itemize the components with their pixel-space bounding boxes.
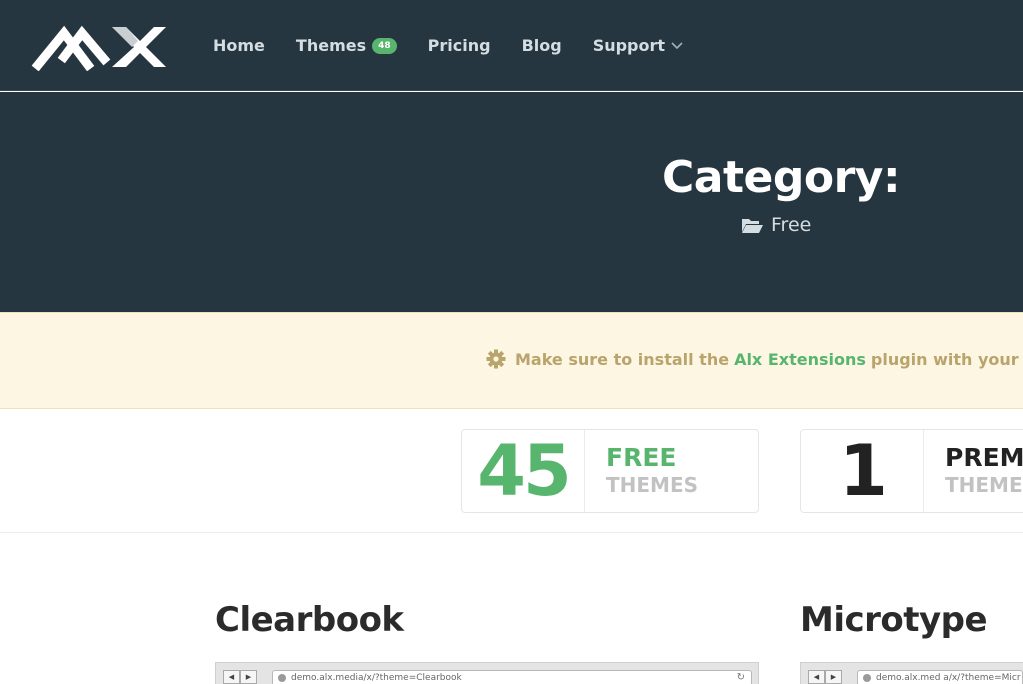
nav-pricing-label: Pricing [427,36,491,55]
notice-text-after: plugin with your th [870,349,1023,369]
nav-blog[interactable]: Blog [522,36,562,55]
preview-url: demo.alx.med a/x/?theme=Micr [876,673,1021,683]
alx-logo[interactable] [30,19,168,71]
free-themes-stat[interactable]: 45 FREE THEMES [461,429,759,513]
page-title: Category: [662,152,901,203]
forward-icon: ▶ [825,670,842,684]
theme-preview-microtype[interactable]: ◀ ▶ demo.alx.med a/x/?theme=Micr [800,662,1023,684]
category-hero: Category: Free [0,92,1023,312]
themes-label: THEMES [606,473,699,497]
main-nav: Home Themes 48 Pricing Blog Support [213,0,714,91]
back-icon: ◀ [223,670,240,684]
back-icon: ◀ [808,670,825,684]
alx-extensions-link[interactable]: Alx Extensions [734,350,866,369]
premium-label: PREM [945,443,1023,472]
browser-url-bar: demo.alx.med a/x/?theme=Micr [857,670,1023,684]
free-themes-count: 45 [462,430,585,512]
plugin-notice: Make sure to install the Alx Extensions … [0,312,1023,409]
reload-icon: ↻ [736,672,745,683]
globe-icon [278,674,286,682]
browser-url-bar: demo.alx.media/x/?theme=Clearbook ↻ [272,670,752,684]
category-label: Free [771,214,812,236]
theme-title-microtype[interactable]: Microtype [800,600,988,640]
category-name: Free [741,214,811,236]
notice-text-before: Make sure to install the [515,349,730,369]
theme-stats: 45 FREE THEMES 1 PREM THEMES [0,409,1023,533]
browser-nav-buttons: ◀ ▶ [808,670,842,684]
gear-icon [486,349,506,369]
nav-home[interactable]: Home [213,36,265,55]
nav-pricing[interactable]: Pricing [428,36,491,55]
themes-label: THEMES [945,473,1023,497]
nav-home-label: Home [213,36,265,55]
browser-nav-buttons: ◀ ▶ [223,670,257,684]
nav-support-label: Support [592,36,666,55]
forward-icon: ▶ [240,670,257,684]
nav-blog-label: Blog [521,36,562,55]
free-label: FREE [606,443,677,472]
theme-preview-clearbook[interactable]: ◀ ▶ demo.alx.media/x/?theme=Clearbook ↻ [215,662,759,684]
premium-themes-count: 1 [801,430,924,512]
globe-icon [863,674,871,682]
folder-open-icon [742,218,763,233]
chevron-down-icon [671,41,683,49]
preview-url: demo.alx.media/x/?theme=Clearbook [291,673,462,683]
theme-title-clearbook[interactable]: Clearbook [215,600,404,640]
themes-count-badge: 48 [372,37,397,54]
premium-themes-stat[interactable]: 1 PREM THEMES [800,429,1023,513]
nav-support[interactable]: Support [593,36,683,55]
site-header: Home Themes 48 Pricing Blog Support [0,0,1023,91]
nav-themes[interactable]: Themes 48 [296,36,397,55]
nav-themes-label: Themes [295,36,367,55]
notice-message: Make sure to install the Alx Extensions … [486,349,1023,369]
